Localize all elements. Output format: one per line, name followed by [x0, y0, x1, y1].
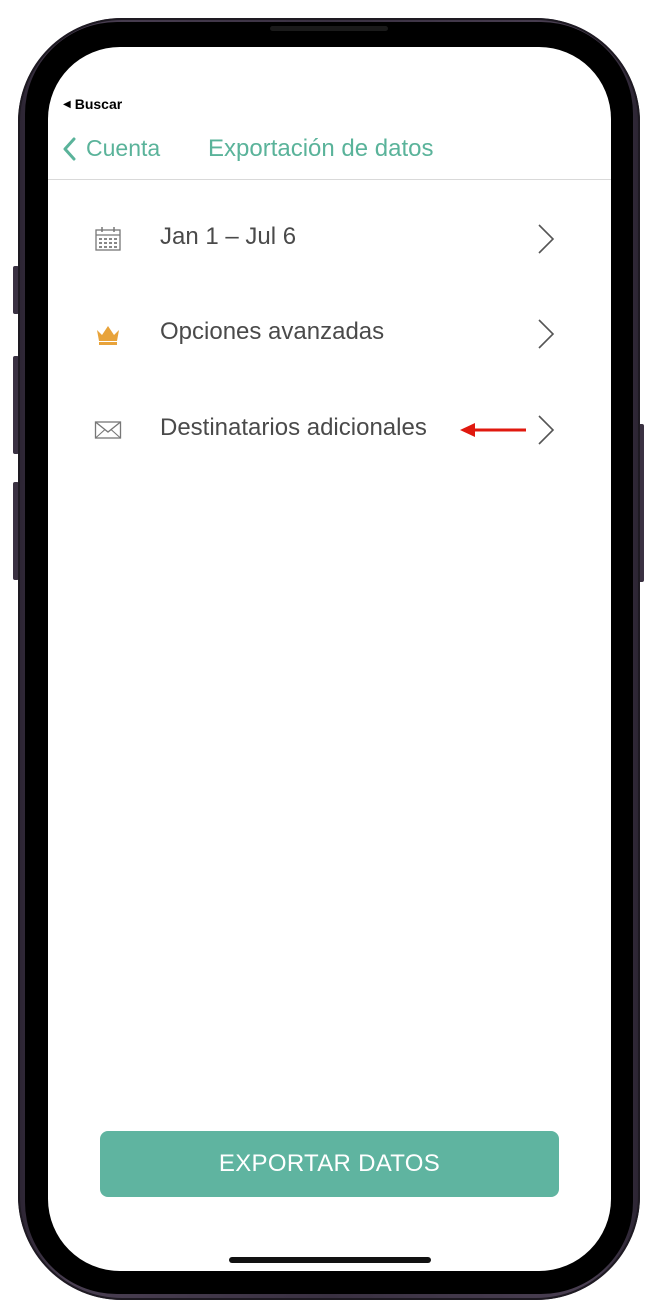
navigation-bar: Cuenta Exportación de datos	[48, 129, 611, 180]
back-button-label: Cuenta	[86, 135, 161, 161]
back-button[interactable]: Cuenta	[62, 135, 160, 162]
envelope-icon	[94, 421, 122, 439]
row-additional-recipients-label: Destinatarios adicionales	[160, 414, 427, 441]
speaker-slit	[270, 26, 388, 31]
crown-icon	[97, 326, 119, 345]
status-back-link[interactable]: ◀ Buscar	[63, 96, 122, 112]
annotation-arrow-icon	[460, 423, 526, 437]
home-indicator[interactable]	[229, 1257, 431, 1263]
chevron-right-icon	[538, 319, 555, 349]
status-back-label: Buscar	[74, 96, 123, 112]
export-data-button[interactable]: EXPORTAR DATOS	[100, 1131, 559, 1197]
row-additional-recipients[interactable]: Destinatarios adicionales	[48, 390, 611, 470]
chevron-left-icon	[63, 137, 76, 160]
calendar-icon	[95, 227, 121, 251]
app-screen: ◀ Buscar Cuenta Exportación de datos Jan…	[48, 47, 611, 1271]
page-title: Exportación de datos	[208, 135, 434, 162]
row-advanced-options-label: Opciones avanzadas	[160, 318, 385, 345]
back-triangle-icon: ◀	[63, 98, 71, 110]
chevron-right-icon	[538, 415, 555, 445]
device-screenshot: ◀ Buscar Cuenta Exportación de datos Jan…	[0, 0, 657, 1315]
row-date-range-label: Jan 1 – Jul 6	[160, 223, 297, 250]
row-date-range[interactable]: Jan 1 – Jul 6	[48, 199, 611, 279]
row-advanced-options[interactable]: Opciones avanzadas	[48, 294, 611, 374]
chevron-right-icon	[538, 224, 555, 254]
